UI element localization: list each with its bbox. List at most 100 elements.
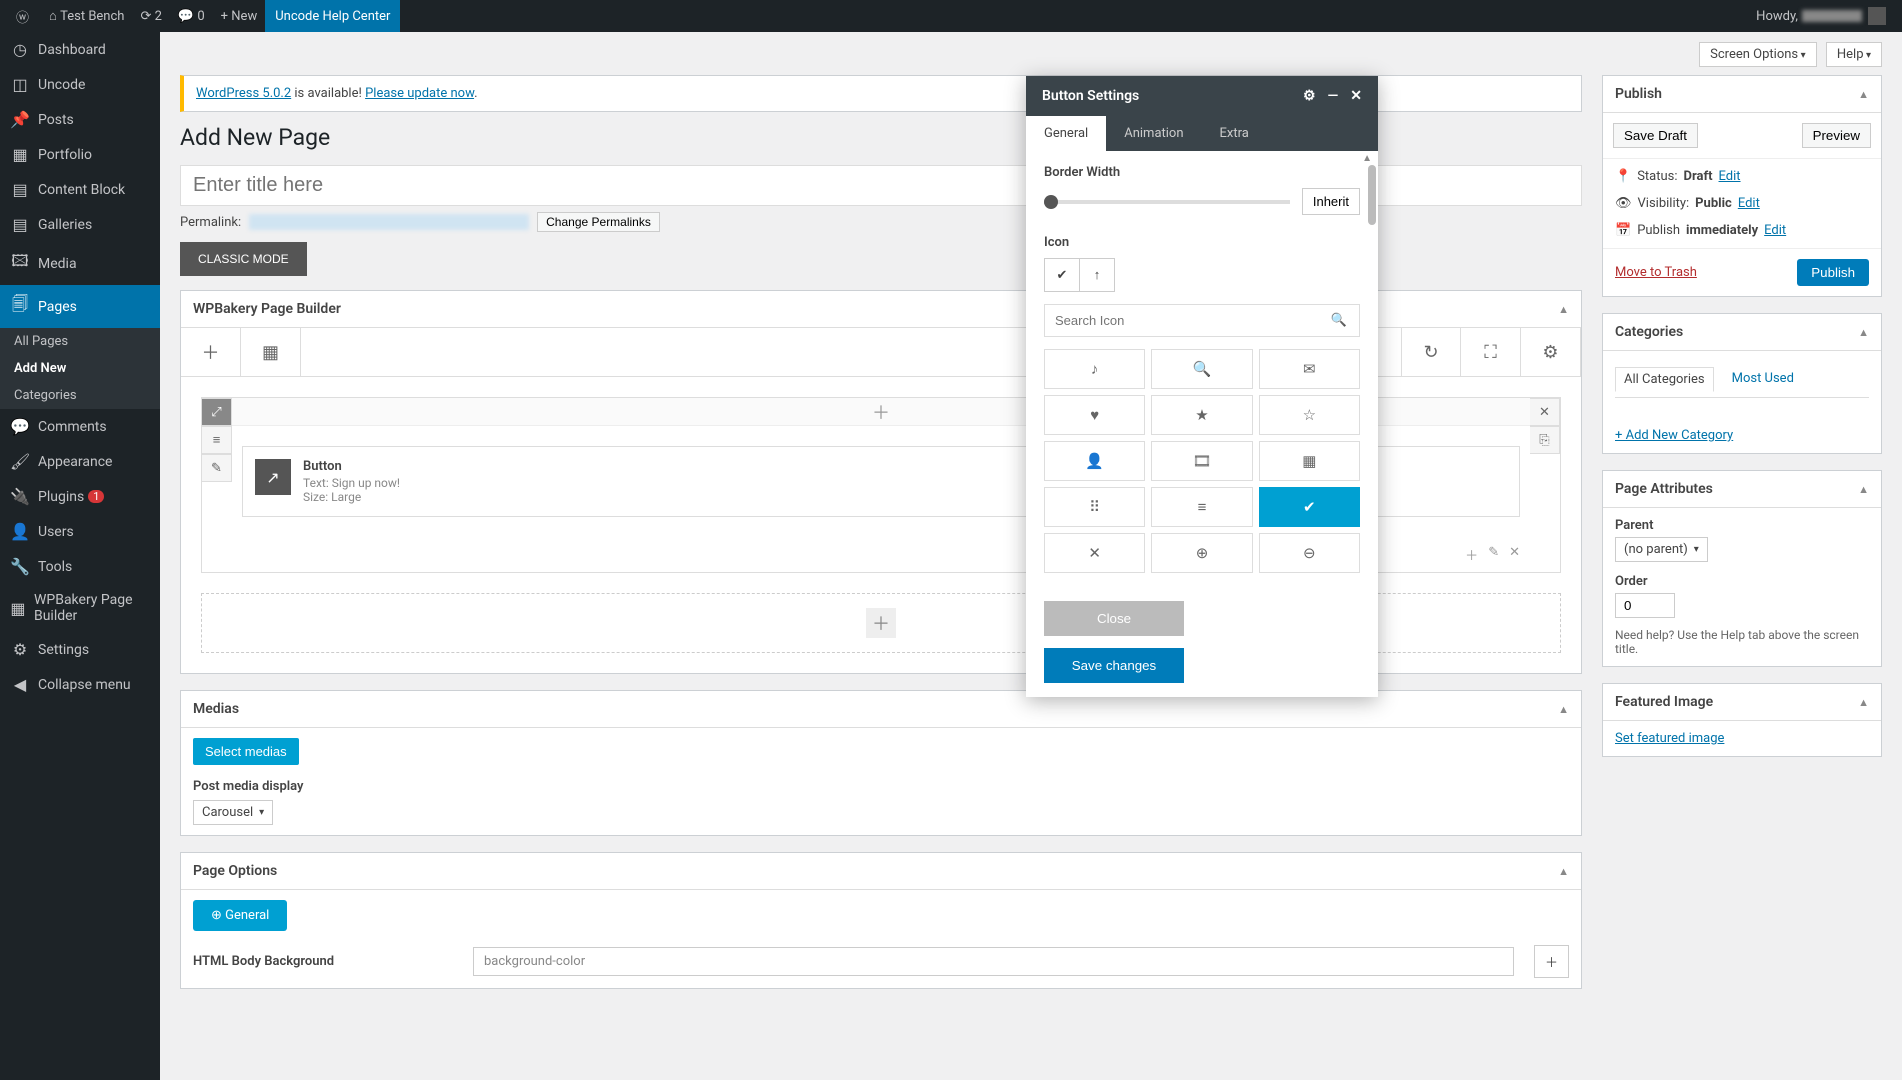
row-edit-tab[interactable]: ✎ [202, 454, 232, 482]
bg-add-button[interactable]: ＋ [1534, 945, 1569, 978]
submenu-categories[interactable]: Categories [0, 382, 160, 409]
row-delete-tab[interactable]: ✕ [1530, 398, 1560, 426]
slider-thumb[interactable] [1044, 195, 1058, 209]
icon-cell[interactable]: 🔍 [1151, 349, 1252, 389]
submenu-all-pages[interactable]: All Pages [0, 328, 160, 355]
updates-link[interactable]: ⟳ 2 [132, 0, 169, 32]
search-icon-input[interactable] [1045, 305, 1319, 336]
screen-options-button[interactable]: Screen Options [1699, 42, 1816, 67]
tab-all-categories[interactable]: All Categories [1615, 367, 1714, 392]
order-input[interactable] [1615, 593, 1675, 618]
sidebar-item-collapse[interactable]: ◀Collapse menu [0, 667, 160, 702]
refresh-button[interactable]: ↻ [1401, 328, 1461, 376]
tab-extra[interactable]: Extra [1202, 116, 1267, 151]
icon-cell[interactable]: ✕ [1044, 533, 1145, 573]
icon-cell[interactable]: ⊖ [1259, 533, 1360, 573]
save-draft-button[interactable]: Save Draft [1613, 123, 1698, 148]
preview-button[interactable]: Preview [1802, 123, 1871, 148]
uncode-help-center[interactable]: Uncode Help Center [265, 0, 400, 32]
classic-mode-button[interactable]: CLASSIC MODE [180, 242, 307, 276]
sidebar-item-settings[interactable]: ⚙Settings [0, 632, 160, 667]
edit-status-link[interactable]: Edit [1719, 169, 1741, 184]
panel-toggle-icon[interactable]: ▲ [1558, 303, 1569, 316]
icon-upload-button[interactable]: ↑ [1079, 258, 1115, 292]
sidebar-item-plugins[interactable]: 🔌Plugins1 [0, 479, 160, 514]
sidebar-item-appearance[interactable]: 🖌Appearance [0, 444, 160, 479]
row-add-plus-top[interactable]: ＋ [872, 399, 890, 425]
icon-cell[interactable]: ♥ [1044, 395, 1145, 435]
add-row-button[interactable]: ＋ [866, 608, 896, 638]
wp-version-link[interactable]: WordPress 5.0.2 [196, 86, 291, 101]
icon-cell[interactable]: ⊕ [1151, 533, 1252, 573]
icon-cell[interactable]: ▦ [1259, 441, 1360, 481]
scroll-up-icon[interactable]: ▲ [1362, 153, 1372, 164]
save-changes-button[interactable]: Save changes [1044, 648, 1184, 683]
icon-cell[interactable]: ✔ [1259, 487, 1360, 527]
sidebar-item-uncode[interactable]: ◫Uncode [0, 67, 160, 102]
new-content-link[interactable]: + New [213, 0, 266, 32]
icon-cell[interactable]: ♪ [1044, 349, 1145, 389]
col-add-icon[interactable]: ＋ [1465, 545, 1478, 564]
modal-close-icon[interactable]: ✕ [1350, 88, 1362, 104]
add-new-category-link[interactable]: + Add New Category [1615, 428, 1733, 443]
tab-animation[interactable]: Animation [1106, 116, 1201, 151]
panel-toggle-icon[interactable]: ▲ [1858, 483, 1869, 496]
publish-button[interactable]: Publish [1797, 259, 1869, 286]
fullscreen-button[interactable]: ⛶ [1461, 328, 1521, 376]
sidebar-item-posts[interactable]: 📌Posts [0, 102, 160, 137]
border-width-slider[interactable] [1044, 200, 1290, 204]
template-button[interactable]: ▦ [241, 328, 301, 376]
site-name-link[interactable]: ⌂ Test Bench [41, 0, 132, 32]
panel-toggle-icon[interactable]: ▲ [1858, 88, 1869, 101]
sidebar-item-pages[interactable]: 🗐Pages [0, 285, 160, 328]
sidebar-item-wpbakery[interactable]: ▦WPBakery Page Builder [0, 584, 160, 632]
sidebar-item-comments[interactable]: 💬Comments [0, 409, 160, 444]
search-icon-button[interactable]: 🔍 [1319, 305, 1359, 336]
howdy-link[interactable]: Howdy, [1748, 0, 1894, 32]
edit-visibility-link[interactable]: Edit [1738, 196, 1760, 211]
panel-toggle-icon[interactable]: ▲ [1558, 865, 1569, 878]
modal-settings-icon[interactable]: ⚙ [1303, 88, 1316, 104]
tab-general[interactable]: General [1026, 116, 1106, 151]
panel-toggle-icon[interactable]: ▲ [1558, 703, 1569, 716]
parent-select[interactable]: (no parent) [1615, 537, 1708, 562]
page-options-general-tab[interactable]: ⊕ General [193, 900, 287, 931]
wp-logo[interactable]: ⓦ [8, 0, 41, 32]
add-element-button[interactable]: ＋ [181, 328, 241, 376]
tab-most-used[interactable]: Most Used [1724, 367, 1802, 391]
icon-cell[interactable]: ☆ [1259, 395, 1360, 435]
comments-link[interactable]: 💬 0 [170, 0, 213, 32]
row-layout-tab[interactable]: ≡ [202, 426, 232, 454]
update-now-link[interactable]: Please update now [365, 86, 474, 101]
media-display-select[interactable]: Carousel [193, 800, 273, 825]
move-to-trash-link[interactable]: Move to Trash [1615, 265, 1697, 280]
sidebar-item-tools[interactable]: 🔧Tools [0, 549, 160, 584]
sidebar-item-portfolio[interactable]: ▦Portfolio [0, 137, 160, 172]
select-medias-button[interactable]: Select medias [193, 738, 299, 765]
help-button[interactable]: Help [1826, 42, 1882, 67]
icon-cell[interactable]: ★ [1151, 395, 1252, 435]
row-move-tab[interactable]: ⤢ [202, 398, 232, 426]
icon-cell[interactable]: 👤 [1044, 441, 1145, 481]
sidebar-item-media[interactable]: 🖾Media [0, 242, 160, 285]
modal-minimize-icon[interactable]: — [1328, 88, 1339, 104]
icon-cell[interactable]: ✉ [1259, 349, 1360, 389]
panel-toggle-icon[interactable]: ▲ [1858, 326, 1869, 339]
col-edit-icon[interactable]: ✎ [1488, 545, 1499, 564]
sidebar-item-dashboard[interactable]: ◷Dashboard [0, 32, 160, 67]
set-featured-image-link[interactable]: Set featured image [1615, 731, 1724, 746]
builder-settings-button[interactable]: ⚙ [1521, 328, 1581, 376]
icon-cell[interactable]: ≡ [1151, 487, 1252, 527]
sidebar-item-content-block[interactable]: ▤Content Block [0, 172, 160, 207]
edit-date-link[interactable]: Edit [1764, 223, 1786, 238]
icon-cell[interactable]: ⠿ [1044, 487, 1145, 527]
submenu-add-new[interactable]: Add New [0, 355, 160, 382]
row-clone-tab[interactable]: ⎘ [1530, 426, 1560, 454]
panel-toggle-icon[interactable]: ▲ [1858, 696, 1869, 709]
close-button[interactable]: Close [1044, 601, 1184, 636]
inherit-button[interactable]: Inherit [1302, 188, 1360, 215]
icon-confirm-button[interactable]: ✔ [1044, 258, 1080, 292]
sidebar-item-galleries[interactable]: ▤Galleries [0, 207, 160, 242]
sidebar-item-users[interactable]: 👤Users [0, 514, 160, 549]
change-permalinks-button[interactable]: Change Permalinks [537, 212, 660, 232]
